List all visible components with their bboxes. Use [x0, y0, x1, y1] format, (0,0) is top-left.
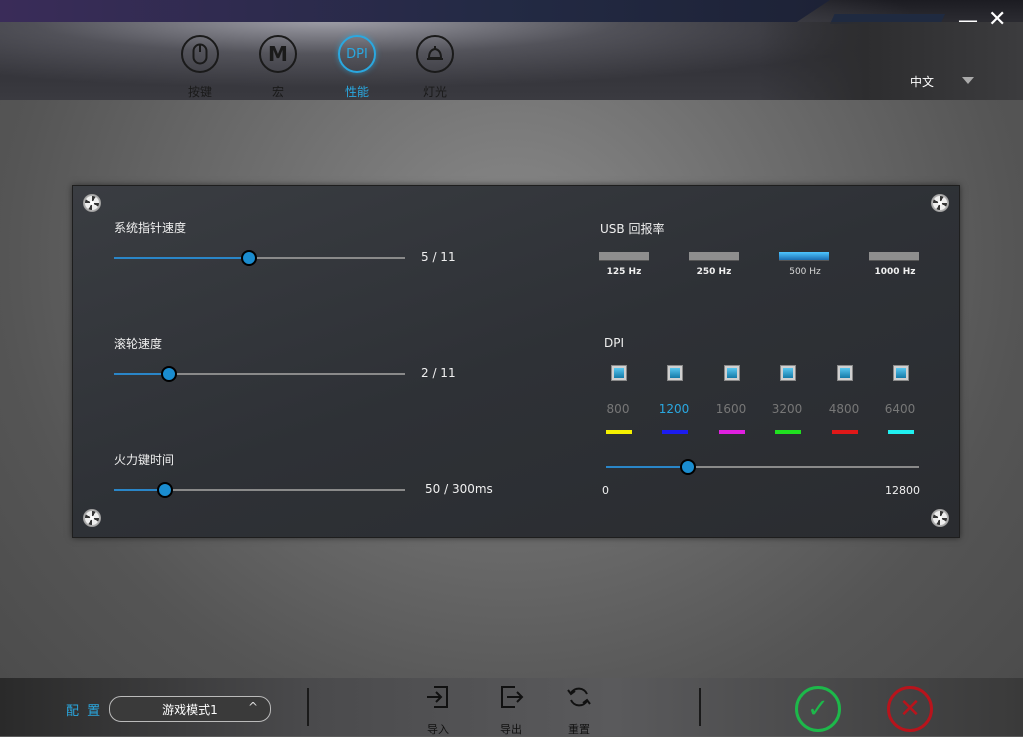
pointer-speed-handle[interactable] [241, 250, 257, 266]
dpi-level-checkbox[interactable] [837, 365, 853, 381]
cancel-button[interactable]: ✕ [887, 686, 933, 732]
dpi-color-swatch[interactable] [775, 430, 801, 434]
header: — ✕ 按键 M 宏 DPI 性能 灯光 中文 [0, 0, 1023, 100]
dpi-level-checkbox[interactable] [611, 365, 627, 381]
dpi-slider-fill [606, 466, 688, 468]
dpi-label: DPI [604, 336, 625, 350]
dpi-level-checkbox[interactable] [724, 365, 740, 381]
divider [307, 688, 309, 726]
dpi-color-swatch[interactable] [888, 430, 914, 434]
pointer-speed-slider[interactable] [114, 250, 405, 266]
tab-macro[interactable]: M 宏 [248, 35, 308, 99]
import-icon [418, 684, 458, 717]
usb-rate-1000[interactable] [869, 252, 919, 261]
title-bar-strip [0, 0, 830, 22]
minimize-button[interactable]: — [958, 10, 978, 30]
export-label: 导出 [500, 723, 522, 736]
dpi-level-value[interactable]: 800 [598, 402, 638, 416]
dpi-level-value[interactable]: 1600 [711, 402, 751, 416]
export-icon [491, 684, 531, 717]
dpi-slider-handle[interactable] [680, 459, 696, 475]
tab-macro-label: 宏 [271, 85, 284, 99]
dpi-color-swatch[interactable] [662, 430, 688, 434]
fire-time-handle[interactable] [157, 482, 173, 498]
lamp-icon [416, 35, 454, 73]
dpi-slider-max: 12800 [885, 484, 920, 497]
import-button[interactable]: 导入 [418, 684, 458, 737]
dpi-color-swatch[interactable] [832, 430, 858, 434]
tab-keys[interactable]: 按键 [170, 35, 230, 99]
scroll-speed-slider[interactable] [114, 366, 405, 382]
profile-name: 游戏模式1 [162, 703, 218, 717]
dpi-level-value[interactable]: 3200 [767, 402, 807, 416]
config-label: 配 置 [66, 704, 103, 719]
screw-icon [83, 194, 101, 212]
ok-button[interactable]: ✓ [795, 686, 841, 732]
fire-time-slider[interactable] [114, 482, 405, 498]
tab-performance-label: 性能 [344, 85, 369, 99]
export-button[interactable]: 导出 [491, 684, 531, 737]
usb-rate-label: USB 回报率 [600, 222, 665, 236]
app-window: — ✕ 按键 M 宏 DPI 性能 灯光 中文 系统指针速度 5 / 11 滚轮… [0, 0, 1023, 736]
dpi-level-checkbox[interactable] [667, 365, 683, 381]
dpi-level-checkbox[interactable] [780, 365, 796, 381]
profile-select[interactable]: 游戏模式1 ^ [109, 696, 271, 722]
pointer-speed-fill [114, 257, 249, 259]
dpi-level-checkbox[interactable] [893, 365, 909, 381]
tab-keys-label: 按键 [187, 85, 212, 99]
dpi-level-value[interactable]: 4800 [824, 402, 864, 416]
pointer-speed-value: 5 / 11 [421, 250, 456, 264]
tab-performance[interactable]: DPI 性能 [327, 35, 387, 99]
usb-rate-1000-label: 1000 Hz [874, 267, 916, 277]
footer: 配 置 游戏模式1 ^ 导入 导出 重置 ✓ ✕ [0, 678, 1023, 736]
performance-panel: 系统指针速度 5 / 11 滚轮速度 2 / 11 火力键时间 50 / 300… [72, 185, 960, 538]
dpi-level-value[interactable]: 6400 [880, 402, 920, 416]
usb-rate-250-label: 250 Hz [696, 267, 732, 277]
tab-lighting-label: 灯光 [422, 85, 447, 99]
check-icon: ✓ [807, 694, 829, 724]
screw-icon [931, 194, 949, 212]
pointer-speed-label: 系统指针速度 [114, 221, 187, 235]
usb-rate-500-label: 500 Hz [789, 267, 821, 277]
chevron-down-icon[interactable] [962, 77, 974, 84]
fire-time-value: 50 / 300ms [425, 482, 493, 496]
refresh-icon [559, 684, 599, 717]
close-icon: ✕ [899, 694, 921, 724]
fire-time-label: 火力键时间 [114, 453, 175, 467]
divider [699, 688, 701, 726]
tab-lighting[interactable]: 灯光 [405, 35, 465, 99]
macro-icon: M [259, 35, 297, 73]
language-select[interactable]: 中文 [910, 73, 934, 90]
import-label: 导入 [427, 723, 449, 736]
dpi-color-swatch[interactable] [719, 430, 745, 434]
scroll-speed-value: 2 / 11 [421, 366, 456, 380]
usb-rate-125-label: 125 Hz [606, 267, 642, 277]
dpi-color-swatch[interactable] [606, 430, 632, 434]
dpi-slider-min: 0 [602, 484, 609, 497]
usb-rate-125[interactable] [599, 252, 649, 261]
dpi-icon: DPI [338, 35, 376, 73]
reset-label: 重置 [568, 723, 590, 736]
dpi-slider[interactable] [606, 459, 919, 475]
mouse-icon [181, 35, 219, 73]
screw-icon [931, 509, 949, 527]
chevron-up-icon: ^ [248, 700, 259, 714]
close-button[interactable]: ✕ [988, 9, 1006, 31]
dpi-level-value[interactable]: 1200 [654, 402, 694, 416]
scroll-speed-label: 滚轮速度 [114, 337, 163, 351]
usb-rate-500[interactable] [779, 252, 829, 261]
screw-icon [83, 509, 101, 527]
header-right-band [760, 22, 1023, 100]
reset-button[interactable]: 重置 [559, 684, 599, 737]
scroll-speed-handle[interactable] [161, 366, 177, 382]
usb-rate-250[interactable] [689, 252, 739, 261]
